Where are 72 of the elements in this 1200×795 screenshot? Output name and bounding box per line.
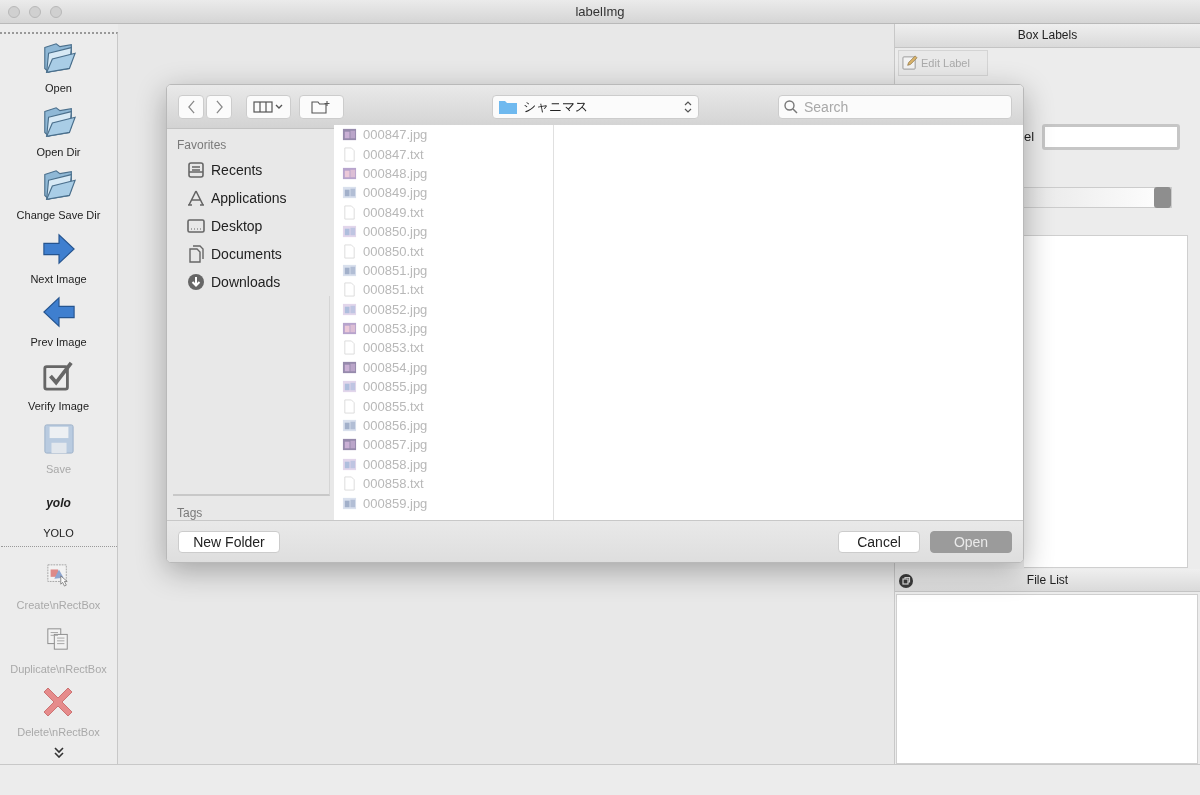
image-thumbnail-icon <box>342 185 357 201</box>
label-text: el <box>1024 129 1036 145</box>
document-icon <box>342 243 357 259</box>
download-icon <box>187 273 205 291</box>
sidebar-heading: Tags <box>177 506 204 520</box>
image-cursor-icon <box>46 563 71 587</box>
document-icon <box>342 282 357 298</box>
forward-button[interactable] <box>206 94 232 119</box>
minimize-window-button[interactable] <box>29 6 41 18</box>
cancel-button[interactable]: Cancel <box>838 530 920 553</box>
window-title: labelImg <box>575 4 625 19</box>
sidebar-heading: Favorites <box>177 138 228 152</box>
dock-title: File List <box>1026 573 1069 588</box>
document-icon <box>342 476 357 492</box>
document-icon <box>342 398 357 414</box>
image-thumbnail-icon <box>342 495 357 511</box>
toolbar-button[interactable]: Change Save Dir <box>16 163 101 227</box>
toolbar-button[interactable]: Next Image <box>30 226 87 290</box>
toolbar-button[interactable]: Open Dir <box>36 99 81 163</box>
folder-icon <box>498 99 517 114</box>
image-thumbnail-icon <box>342 418 357 434</box>
image-thumbnail-icon <box>342 456 357 472</box>
toolbar-button[interactable]: Verify Image <box>27 353 90 417</box>
close-window-button[interactable] <box>8 6 20 18</box>
new-folder-icon <box>311 99 332 114</box>
label-input-field[interactable] <box>1042 123 1180 150</box>
format-icon-text: yolo <box>46 495 71 510</box>
view-mode-button[interactable] <box>246 94 291 119</box>
desktop-icon <box>187 217 205 235</box>
right-arrow-icon <box>41 231 76 266</box>
chevron-down-icon[interactable] <box>53 747 64 758</box>
stepper-icon <box>1154 186 1171 208</box>
sidebar-item[interactable]: Downloads <box>173 268 334 296</box>
pencil-icon <box>902 54 918 71</box>
float-icon[interactable] <box>899 573 913 588</box>
back-button[interactable] <box>178 94 204 119</box>
toolbar-button[interactable]: Open <box>40 36 77 100</box>
new-folder-button[interactable]: New Folder <box>178 530 280 553</box>
checkbox-icon <box>42 359 75 392</box>
toolbar-button[interactable]: yolo YOLO <box>43 480 74 544</box>
copy-icon <box>46 626 71 651</box>
label-combo-box[interactable] <box>1024 186 1172 208</box>
left-arrow-icon <box>41 295 76 329</box>
sidebar-item[interactable]: Applications <box>173 184 334 212</box>
documents-icon <box>187 245 205 263</box>
image-thumbnail-icon <box>342 321 357 337</box>
image-thumbnail-icon <box>342 379 357 395</box>
zoom-window-button[interactable] <box>50 6 62 18</box>
image-thumbnail-icon <box>342 127 357 143</box>
toolbar-button[interactable]: Prev Image <box>30 290 87 354</box>
columns-view-icon <box>252 100 285 113</box>
image-thumbnail-icon <box>342 262 357 278</box>
document-icon <box>342 146 357 162</box>
new-folder-button[interactable] <box>298 94 344 119</box>
image-thumbnail-icon <box>342 301 357 317</box>
sidebar-item[interactable]: Documents <box>173 240 334 268</box>
image-thumbnail-icon <box>342 224 357 240</box>
document-icon <box>342 204 357 220</box>
applications-icon <box>187 189 205 207</box>
clock-tray-icon <box>187 161 205 179</box>
image-thumbnail-icon <box>342 359 357 375</box>
sidebar-item[interactable]: Recents <box>173 156 334 184</box>
document-icon <box>342 340 357 356</box>
image-thumbnail-icon <box>342 437 357 453</box>
cross-icon <box>43 686 74 718</box>
path-popup[interactable]: シャニマス <box>491 94 699 119</box>
sidebar-item[interactable]: Desktop <box>173 212 334 240</box>
image-thumbnail-icon <box>342 165 357 181</box>
search-field[interactable]: Search <box>778 94 1012 119</box>
chevron-left-icon <box>186 99 196 114</box>
chevron-right-icon <box>214 99 224 114</box>
stepper-icon <box>684 99 692 114</box>
